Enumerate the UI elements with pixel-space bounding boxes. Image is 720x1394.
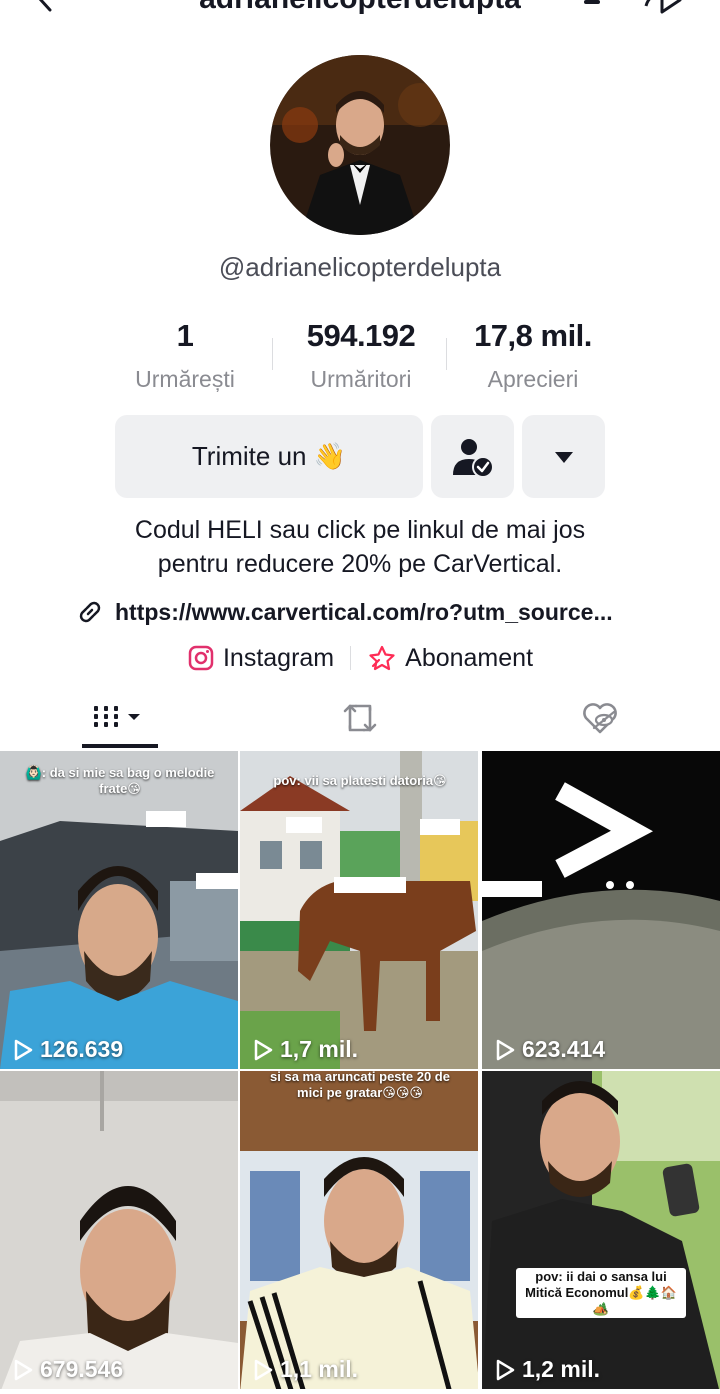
top-bar: adrianelicopterdelupta [0, 0, 720, 24]
bell-icon[interactable] [570, 0, 614, 16]
video-caption: pov: ii dai o sansa lui Mitică Economul💰… [516, 1268, 686, 1318]
video-thumbnail[interactable]: pov: vii sa platesti datoria😘 1,7 mil. [240, 751, 478, 1069]
video-thumbnail[interactable]: 679.546 [0, 1071, 238, 1389]
star-icon [369, 645, 395, 671]
video-caption: pov: vii sa platesti datoria😘 [273, 773, 447, 788]
play-icon [496, 1039, 515, 1060]
stat-likes[interactable]: 17,8 mil. Aprecieri [448, 318, 618, 393]
view-count-text: 126.639 [40, 1036, 124, 1062]
message-button[interactable]: Trimite un 👋 [115, 415, 423, 498]
active-tab-indicator [82, 744, 158, 748]
user-check-icon [452, 438, 494, 478]
social-divider [350, 646, 352, 670]
stat-likes-value: 17,8 mil. [474, 318, 592, 353]
view-count: 1,7 mil. [252, 1036, 358, 1063]
stat-following-label: Urmărești [135, 366, 235, 392]
overlay-bar [420, 819, 460, 835]
friends-button[interactable] [431, 415, 514, 498]
heart-hidden-icon [583, 703, 617, 734]
avatar[interactable] [270, 55, 450, 235]
video-thumbnail-image [240, 751, 478, 1069]
subscription-link[interactable]: Abonament [367, 644, 533, 673]
view-count-text: 679.546 [40, 1356, 124, 1382]
overlay-bar [196, 873, 238, 889]
content-tabs [0, 690, 720, 750]
stat-divider [272, 338, 273, 370]
instagram-icon [188, 645, 214, 671]
bio-link-text: https://www.carvertical.com/ro?utm_sourc… [115, 598, 613, 625]
stat-divider [446, 338, 447, 370]
bio-line: pentru reducere 20% pe CarVertical. [157, 550, 563, 578]
share-icon[interactable] [640, 0, 684, 16]
video-caption: si sa ma aruncati peste 20 de mici pe gr… [270, 1071, 450, 1100]
social-links: Instagram Abonament [0, 640, 720, 676]
video-thumbnail-image [482, 751, 720, 1069]
video-thumbnail-image [0, 751, 238, 1069]
play-icon [496, 1359, 515, 1380]
video-thumbnail[interactable]: 623.414 [482, 751, 720, 1069]
view-count-text: 1,2 mil. [522, 1356, 600, 1382]
instagram-link[interactable]: Instagram [187, 644, 334, 673]
repost-icon [343, 704, 377, 732]
stat-likes-label: Aprecieri [487, 366, 579, 392]
stat-followers-value: 594.192 [306, 318, 416, 353]
bio-link[interactable]: https://www.carvertical.com/ro?utm_sourc… [75, 596, 655, 628]
play-icon [14, 1039, 33, 1060]
stat-following-value: 1 [176, 318, 194, 353]
view-count-text: 1,7 mil. [280, 1036, 358, 1062]
play-icon [14, 1359, 33, 1380]
view-count: 1,2 mil. [494, 1356, 600, 1383]
view-count-text: 623.414 [522, 1036, 606, 1062]
video-caption: 🙆🏻‍♂️: da si mie sa bag o melodie frate😘 [25, 765, 215, 796]
stat-followers-label: Urmăritori [310, 366, 412, 392]
overlay-bar [146, 811, 186, 827]
caret-down-icon [554, 451, 573, 463]
overlay-bar [482, 881, 542, 897]
video-thumbnail-image [0, 1071, 238, 1389]
tab-reposts[interactable] [240, 690, 480, 746]
username: @adrianelicopterdelupta [218, 252, 502, 282]
view-count: 1,1 mil. [252, 1356, 358, 1383]
instagram-label: Instagram [222, 643, 335, 672]
bio-line: Codul HELI sau click pe linkul de mai jo… [134, 516, 586, 544]
video-thumbnail[interactable]: pov: ii dai o sansa lui Mitică Economul💰… [482, 1071, 720, 1389]
tab-videos[interactable] [0, 690, 240, 746]
subscription-label: Abonament [405, 643, 534, 672]
overlay-bar [286, 817, 322, 833]
grid-icon [94, 706, 140, 727]
stats-row: 1 Urmărești 594.192 Urmăritori 17,8 mil.… [0, 318, 720, 398]
bio: Codul HELI sau click pe linkul de mai jo… [0, 513, 720, 581]
overlay-bar [334, 877, 406, 893]
video-thumbnail[interactable]: 🙆🏻‍♂️: da si mie sa bag o melodie frate😘… [0, 751, 238, 1069]
view-count: 679.546 [12, 1356, 123, 1383]
view-count-text: 1,1 mil. [280, 1356, 358, 1382]
view-count: 623.414 [494, 1036, 605, 1063]
view-count: 126.639 [12, 1036, 123, 1063]
play-icon [254, 1039, 273, 1060]
link-icon [79, 601, 101, 623]
stat-following[interactable]: 1 Urmărești [100, 318, 270, 393]
play-icon [254, 1359, 273, 1380]
video-thumbnail-image [482, 1071, 720, 1389]
stat-followers[interactable]: 594.192 Urmăritori [276, 318, 446, 393]
video-thumbnail[interactable]: si sa ma aruncati peste 20 de mici pe gr… [240, 1071, 478, 1389]
tab-liked[interactable] [480, 690, 720, 746]
more-button[interactable] [522, 415, 605, 498]
video-thumbnail-image [240, 1071, 478, 1389]
